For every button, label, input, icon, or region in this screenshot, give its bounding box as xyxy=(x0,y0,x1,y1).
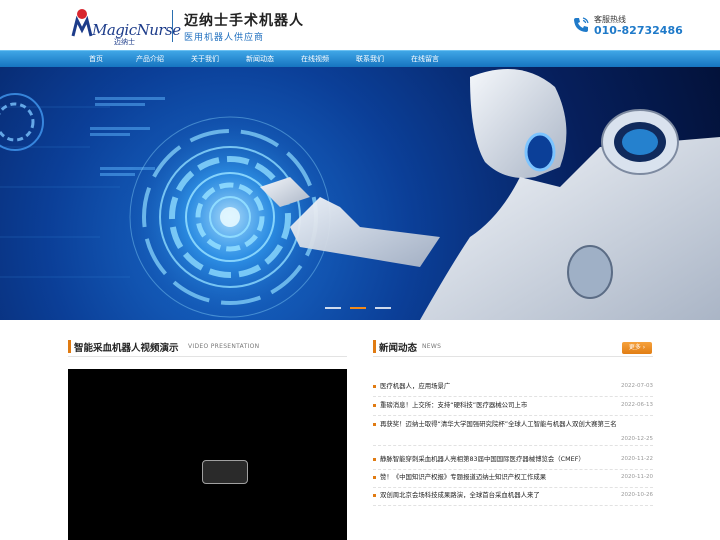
site-header: MagicNurse 迈纳士 迈纳士手术机器人 医用机器人供应商 客服热线 01… xyxy=(0,0,720,50)
nav-item-about[interactable]: 关于我们 xyxy=(183,51,227,67)
video-section-marker xyxy=(68,340,71,353)
news-item[interactable]: 双创周北京会场科技成果路演，全球首台采血机器人来了 2020-10-26 xyxy=(373,487,653,506)
news-title[interactable]: 再获奖！迈纳士取得“清华大学国强研究院杯”全球人工智能与机器人双创大赛第三名 xyxy=(380,419,617,428)
news-item[interactable]: 重磅消息！上交所：支持“硬科技”医疗器械公司上市 2022-06-13 xyxy=(373,397,653,416)
news-date: 2020-11-22 xyxy=(621,456,653,462)
bullet-icon xyxy=(373,404,376,407)
news-section-title: 新闻动态 xyxy=(379,343,418,354)
nav-item-video[interactable]: 在线视频 xyxy=(293,51,337,67)
news-title[interactable]: 重磅消息！上交所：支持“硬科技”医疗器械公司上市 xyxy=(380,400,527,409)
phone-icon xyxy=(574,17,589,32)
nav-item-home[interactable]: 首页 xyxy=(77,51,115,67)
video-section-divider xyxy=(68,356,347,357)
news-date: 2020-11-20 xyxy=(621,474,653,480)
news-title[interactable]: 医疗机器人，应用场景广 xyxy=(380,381,450,390)
play-button[interactable] xyxy=(202,460,248,484)
news-date: 2022-06-13 xyxy=(621,402,653,408)
hero-illustration xyxy=(0,69,720,320)
nav-item-message[interactable]: 在线留言 xyxy=(403,51,447,67)
video-section-subtitle: VIDEO PRESENTATION xyxy=(188,343,260,350)
news-section-divider xyxy=(373,356,653,357)
news-date: 2022-07-03 xyxy=(621,383,653,389)
logo[interactable]: MagicNurse 迈纳士 xyxy=(70,8,181,46)
news-item[interactable]: 赞！《中国知识产权报》专题报道迈纳士知识产权工作成果 2020-11-20 xyxy=(373,469,653,488)
bullet-icon xyxy=(373,385,376,388)
bullet-icon xyxy=(373,458,376,461)
brand-subtitle: 医用机器人供应商 xyxy=(184,33,265,43)
news-title[interactable]: 双创周北京会场科技成果路演，全球首台采血机器人来了 xyxy=(380,490,540,499)
news-item[interactable]: 医疗机器人，应用场景广 2022-07-03 xyxy=(373,378,653,397)
hero-banner xyxy=(0,67,720,320)
more-news-label: 更多 xyxy=(628,344,641,351)
news-section-subtitle: NEWS xyxy=(422,343,442,350)
news-item[interactable]: 静脉智能穿刺采血机器人亮相第83届中国国际医疗器械博览会（CMEF） 2020-… xyxy=(373,451,653,470)
news-date: 2020-12-25 xyxy=(621,436,653,442)
more-news-button[interactable]: 更多 › xyxy=(622,342,652,354)
logo-text: MagicNurse xyxy=(92,21,181,39)
video-section-title: 智能采血机器人视频演示 xyxy=(74,343,179,354)
nav-item-contact[interactable]: 联系我们 xyxy=(348,51,392,67)
news-date: 2020-10-26 xyxy=(621,492,653,498)
news-title[interactable]: 静脉智能穿刺采血机器人亮相第83届中国国际医疗器械博览会（CMEF） xyxy=(380,454,585,463)
hotline-number: 010-82732486 xyxy=(594,24,683,37)
bullet-icon xyxy=(373,494,376,497)
header-divider xyxy=(172,10,173,42)
nav-item-products[interactable]: 产品介绍 xyxy=(128,51,172,67)
nav-item-news[interactable]: 新闻动态 xyxy=(238,51,282,67)
news-title[interactable]: 赞！《中国知识产权报》专题报道迈纳士知识产权工作成果 xyxy=(380,472,546,481)
bullet-icon xyxy=(373,476,376,479)
brand-title: 迈纳士手术机器人 xyxy=(184,13,304,29)
logo-subtext: 迈纳士 xyxy=(114,38,135,46)
news-section-marker xyxy=(373,340,376,353)
video-player[interactable] xyxy=(68,369,347,540)
news-item[interactable]: 再获奖！迈纳士取得“清华大学国强研究院杯”全球人工智能与机器人双创大赛第三名 2… xyxy=(373,416,653,446)
main-nav: 首页 产品介绍 关于我们 新闻动态 在线视频 联系我们 在线留言 xyxy=(0,50,720,67)
bullet-icon xyxy=(373,423,376,426)
